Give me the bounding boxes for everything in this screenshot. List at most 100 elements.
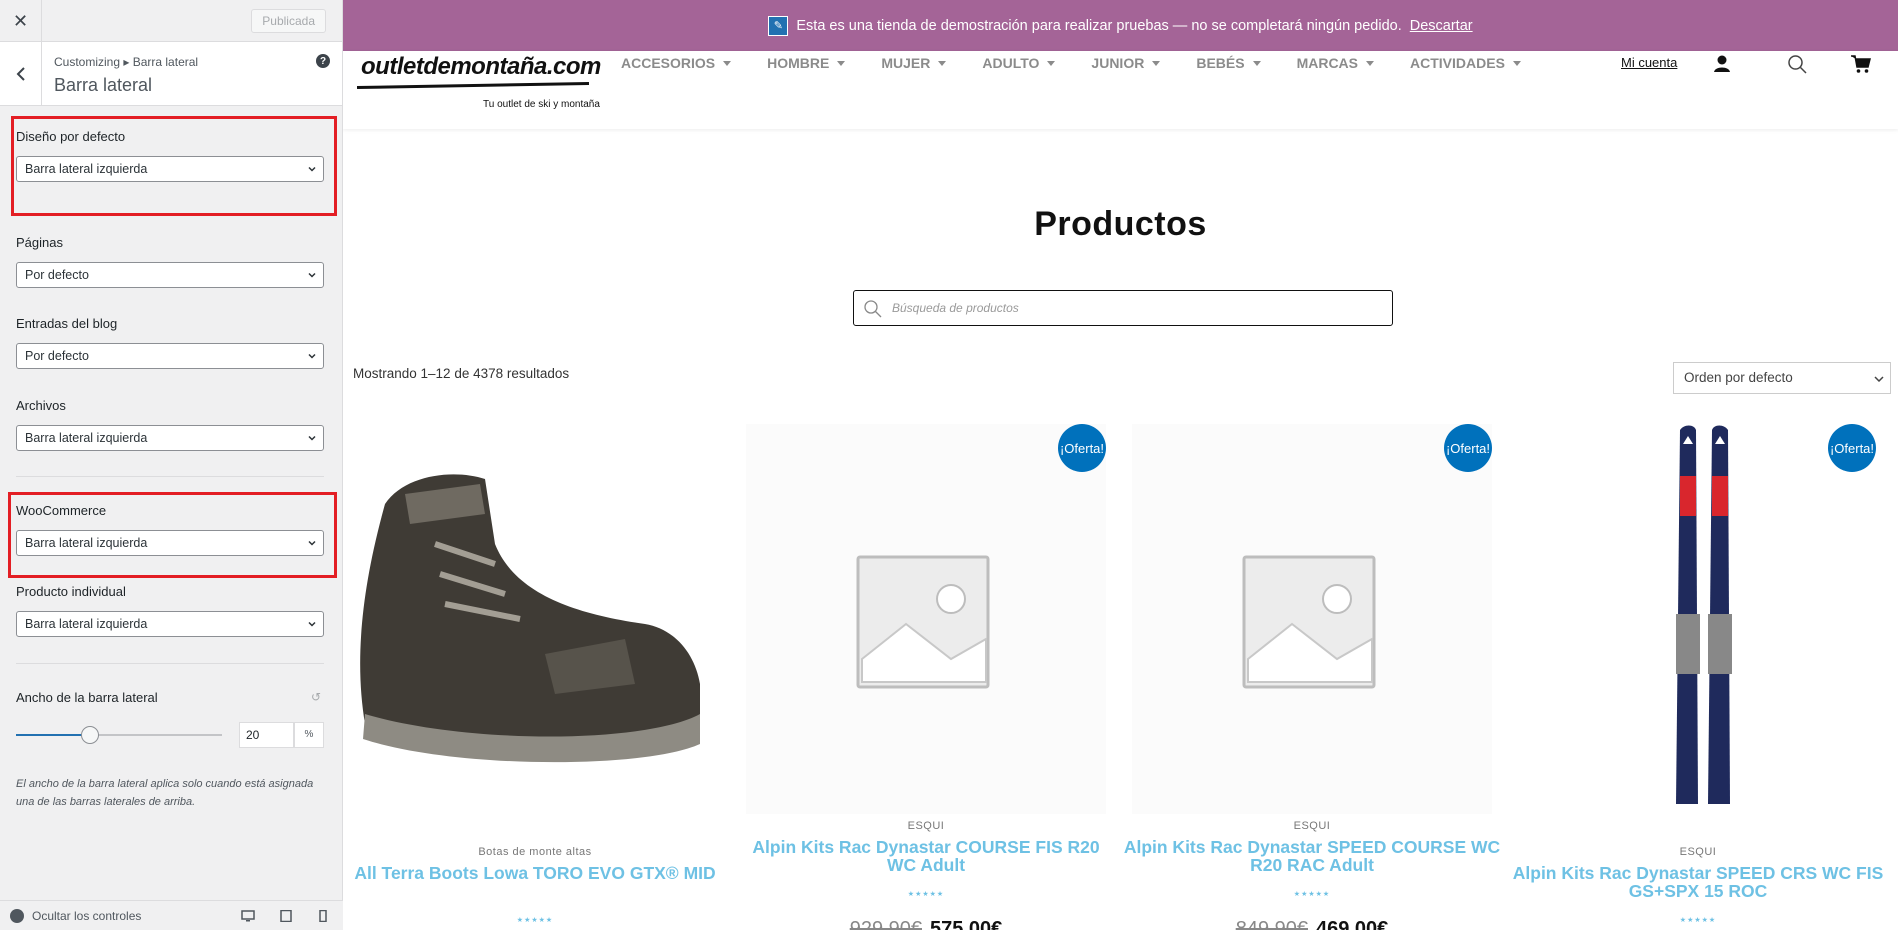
sale-price: 469,00€ [1316,918,1389,930]
help-icon[interactable]: ? [316,54,330,68]
orderby-value: Orden por defecto [1684,370,1793,385]
nav-item-actividades[interactable]: ACTIVIDADES [1410,55,1521,71]
field-pages: Páginas Por defecto [16,235,324,288]
single-product-select[interactable]: Barra lateral izquierda [16,611,324,637]
chevron-down-icon [308,435,316,441]
slider-fill [16,734,90,736]
product-title[interactable]: All Terra Boots Lowa TORO EVO GTX® MID [345,864,725,882]
product-category[interactable]: ESQUI [736,820,1116,832]
field-description: El ancho de la barra lateral aplica solo… [16,778,314,808]
sale-badge: ¡Oferta! [1828,424,1876,472]
sale-badge: ¡Oferta! [1058,424,1106,472]
sidebar-width-slider[interactable] [16,726,222,744]
product-price: 929,90€ 575,00€ [736,918,1116,930]
nav-item-bebes[interactable]: BEBÉS [1196,55,1261,71]
product-title[interactable]: Alpin Kits Rac Dynastar SPEED CRS WC FIS… [1508,864,1888,900]
publish-button[interactable]: Publicada [251,9,326,33]
nav-item-junior[interactable]: JUNIOR [1091,55,1161,71]
nav-item-adulto[interactable]: ADULTO [982,55,1056,71]
logo-tagline: Tu outlet de ski y montaña [483,99,600,110]
product-category[interactable]: ESQUI [1122,820,1502,832]
old-price: 929,90€ [849,918,922,930]
nav-item-hombre[interactable]: HOMBRE [767,55,846,71]
field-label: Producto individual [16,584,126,599]
chevron-down-icon [1874,376,1884,383]
select-value: Por defecto [25,349,89,363]
chevron-left-icon [16,67,25,81]
placeholder-image[interactable] [1122,424,1502,814]
caret-down-icon [1512,60,1521,66]
product-title[interactable]: Alpin Kits Rac Dynastar COURSE FIS R20 W… [736,838,1116,874]
sale-badge: ¡Oferta! [1444,424,1492,472]
field-label: Entradas del blog [16,316,118,331]
reset-icon[interactable]: ↺ [311,690,323,704]
product-title[interactable]: Alpin Kits Rac Dynastar SPEED COURSE WC … [1122,838,1502,874]
cart-icon[interactable] [1850,53,1872,75]
section-header: Customizing ▸ Barra lateral Barra latera… [0,42,342,106]
chevron-down-icon [308,353,316,359]
caret-down-icon [723,60,732,66]
search-icon[interactable] [1786,53,1808,75]
user-icon[interactable] [1711,53,1733,75]
edit-shortcut-icon[interactable]: ✎ [768,15,789,36]
product-search-input[interactable]: Búsqueda de productos [853,290,1393,326]
product-category[interactable]: Botas de monte altas [345,846,725,858]
select-value: Barra lateral izquierda [25,431,148,445]
product-card[interactable]: ¡Oferta! ESQUI Alpin Kits Rac Dynastar S… [1122,424,1502,930]
product-category[interactable]: ESQUI [1508,846,1888,858]
old-price: 849,90€ [1235,918,1308,930]
logo-text: outletdemontaña.com [361,53,601,80]
search-placeholder: Búsqueda de productos [892,301,1019,315]
archives-select[interactable]: Barra lateral izquierda [16,425,324,451]
site-header: outletdemontaña.com Tu outlet de ski y m… [343,51,1898,129]
store-notice-text: Esta es una tienda de demostración para … [796,17,1402,34]
slider-handle[interactable] [81,726,99,744]
field-label: Archivos [16,398,66,413]
my-account-link[interactable]: Mi cuenta [1621,55,1677,70]
pages-select[interactable]: Por defecto [16,262,324,288]
customizer-footer: Ocultar los controles [0,900,343,930]
product-card[interactable]: ¡Oferta! ESQUI Alpin Kits Rac Dynastar S… [1508,424,1888,930]
dismiss-link[interactable]: Descartar [1410,18,1473,34]
field-single-product: Producto individual Barra lateral izquie… [16,584,324,637]
blog-posts-select[interactable]: Por defecto [16,343,324,369]
logo-underline [356,81,590,90]
store-notice: ✎ Esta es una tienda de demostración par… [343,0,1898,51]
tablet-icon[interactable] [279,910,293,922]
nav-item-marcas[interactable]: MARCAS [1297,55,1375,71]
divider [16,476,324,477]
select-value: Barra lateral izquierda [25,617,148,631]
sidebar-width-input[interactable]: 20 [239,722,294,748]
caret-down-icon [1047,60,1056,66]
product-image[interactable] [345,424,725,814]
select-value: Por defecto [25,268,89,282]
sale-price: 575,00€ [930,918,1003,930]
caret-down-icon [837,60,846,66]
back-button[interactable] [0,42,42,106]
hide-controls-button[interactable]: Ocultar los controles [10,909,141,923]
desktop-icon[interactable] [241,910,255,922]
site-logo[interactable]: outletdemontaña.com Tu outlet de ski y m… [356,51,601,110]
field-archives: Archivos Barra lateral izquierda [16,398,324,451]
orderby-select[interactable]: Orden por defecto [1673,362,1891,394]
product-image[interactable] [1508,424,1888,814]
nav-item-accesorios[interactable]: ACCESORIOS [621,55,732,71]
close-icon[interactable]: ✕ [0,0,42,42]
nav-label: JUNIOR [1091,55,1145,71]
caret-down-icon [1366,60,1375,66]
caret-down-icon [1252,60,1261,66]
customizer-topbar: ✕ Publicada [0,0,342,42]
nav-item-mujer[interactable]: MUJER [881,55,947,71]
divider [16,663,324,664]
customizer-panel: ✕ Publicada Customizing ▸ Barra lateral … [0,0,343,930]
star-rating: ★★★★★ [1293,891,1331,898]
mobile-icon[interactable] [316,910,330,922]
product-card[interactable]: Botas de monte altas All Terra Boots Low… [345,424,725,930]
placeholder-image[interactable] [736,424,1116,814]
star-rating: ★★★★★ [907,891,945,898]
field-label: Páginas [16,235,63,250]
product-card[interactable]: ¡Oferta! ESQUI Alpin Kits Rac Dynastar C… [736,424,1116,930]
highlight-box [8,492,337,578]
search-icon [864,300,882,318]
result-count: Mostrando 1–12 de 4378 resultados [353,366,570,381]
